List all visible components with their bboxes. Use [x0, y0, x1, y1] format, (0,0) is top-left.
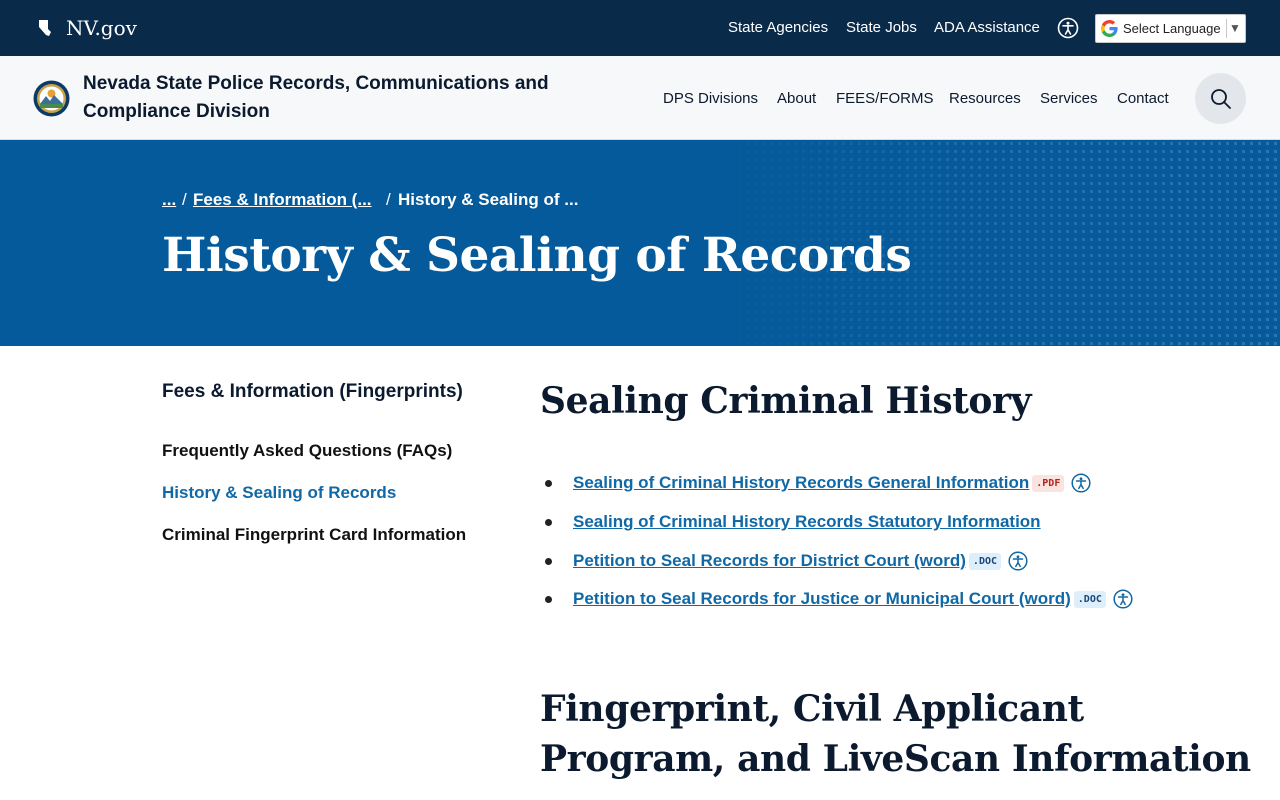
section-title-fingerprint-line2: Program, and LiveScan Information: [540, 738, 1251, 780]
breadcrumb-parent[interactable]: Fees & Information (...: [193, 188, 372, 212]
nevada-seal-icon[interactable]: [33, 80, 70, 117]
bullet: [545, 518, 552, 526]
accessibility-icon[interactable]: [1113, 589, 1133, 609]
nevada-state-icon: [39, 20, 51, 36]
section-title-sealing: Sealing Criminal History: [540, 380, 1032, 422]
ada-assistance-link[interactable]: ADA Assistance: [934, 17, 1040, 39]
breadcrumb-ellipsis[interactable]: ...: [162, 188, 176, 212]
accessibility-icon[interactable]: [1057, 17, 1079, 39]
pdf-badge: .PDF: [1032, 474, 1065, 492]
nav-fees-forms[interactable]: FEES/FORMS: [836, 89, 934, 109]
search-icon: [1210, 88, 1231, 109]
chevron-down-icon: ▼: [1229, 21, 1241, 35]
utility-bar: NV.gov State Agencies State Jobs ADA Ass…: [0, 0, 1280, 56]
nvgov-home-link[interactable]: NV.gov: [38, 14, 137, 42]
side-nav-item-faqs[interactable]: Frequently Asked Questions (FAQs): [162, 440, 452, 462]
doc-link-district-court-petition[interactable]: Petition to Seal Records for District Co…: [573, 551, 966, 571]
language-divider: [1226, 19, 1227, 38]
side-nav-item-history-sealing[interactable]: History & Sealing of Records: [162, 482, 396, 504]
state-agencies-link[interactable]: State Agencies: [728, 17, 828, 39]
bullet: [545, 479, 552, 487]
bullet: [545, 595, 552, 603]
site-header: Nevada State Police Records, Communicati…: [0, 56, 1280, 140]
list-item: Sealing of Criminal History Records Stat…: [540, 509, 1041, 535]
list-item: Petition to Seal Records for District Co…: [540, 548, 1028, 574]
nav-dps-divisions[interactable]: DPS Divisions: [663, 89, 758, 109]
doc-badge: .DOC: [1073, 590, 1106, 608]
side-nav-title[interactable]: Fees & Information (Fingerprints): [162, 381, 463, 403]
accessibility-icon[interactable]: [1008, 551, 1028, 571]
accessibility-icon[interactable]: [1071, 473, 1091, 493]
doc-link-justice-municipal-petition[interactable]: Petition to Seal Records for Justice or …: [573, 589, 1071, 609]
language-label: Select Language: [1123, 21, 1221, 36]
google-icon: [1101, 20, 1118, 37]
doc-badge: .DOC: [968, 552, 1002, 570]
bullet: [545, 557, 552, 565]
site-title[interactable]: Nevada State Police Records, Communicati…: [83, 70, 583, 126]
language-select[interactable]: Select Language ▼: [1095, 14, 1246, 43]
nav-about[interactable]: About: [777, 89, 816, 109]
nvgov-label: NV.gov: [66, 16, 137, 40]
breadcrumb-separator: /: [386, 190, 391, 209]
section-title-fingerprint-line1: Fingerprint, Civil Applicant: [540, 688, 1084, 730]
breadcrumb-separator: /: [182, 190, 187, 209]
doc-link-general-info[interactable]: Sealing of Criminal History Records Gene…: [573, 473, 1029, 493]
page-title: History & Sealing of Records: [162, 228, 912, 283]
breadcrumb-current: History & Sealing of ...: [398, 190, 579, 209]
side-nav-item-fingerprint-card[interactable]: Criminal Fingerprint Card Information: [162, 524, 466, 546]
nav-contact[interactable]: Contact: [1117, 89, 1169, 109]
search-button[interactable]: [1195, 73, 1246, 124]
hero-banner: ... / Fees & Information (... / History …: [0, 140, 1280, 346]
state-jobs-link[interactable]: State Jobs: [846, 17, 917, 39]
list-item: Petition to Seal Records for Justice or …: [540, 586, 1133, 612]
nav-resources[interactable]: Resources: [949, 89, 1021, 109]
list-item: Sealing of Criminal History Records Gene…: [540, 470, 1091, 496]
doc-link-statutory-info[interactable]: Sealing of Criminal History Records Stat…: [573, 512, 1041, 532]
nav-services[interactable]: Services: [1040, 89, 1098, 109]
